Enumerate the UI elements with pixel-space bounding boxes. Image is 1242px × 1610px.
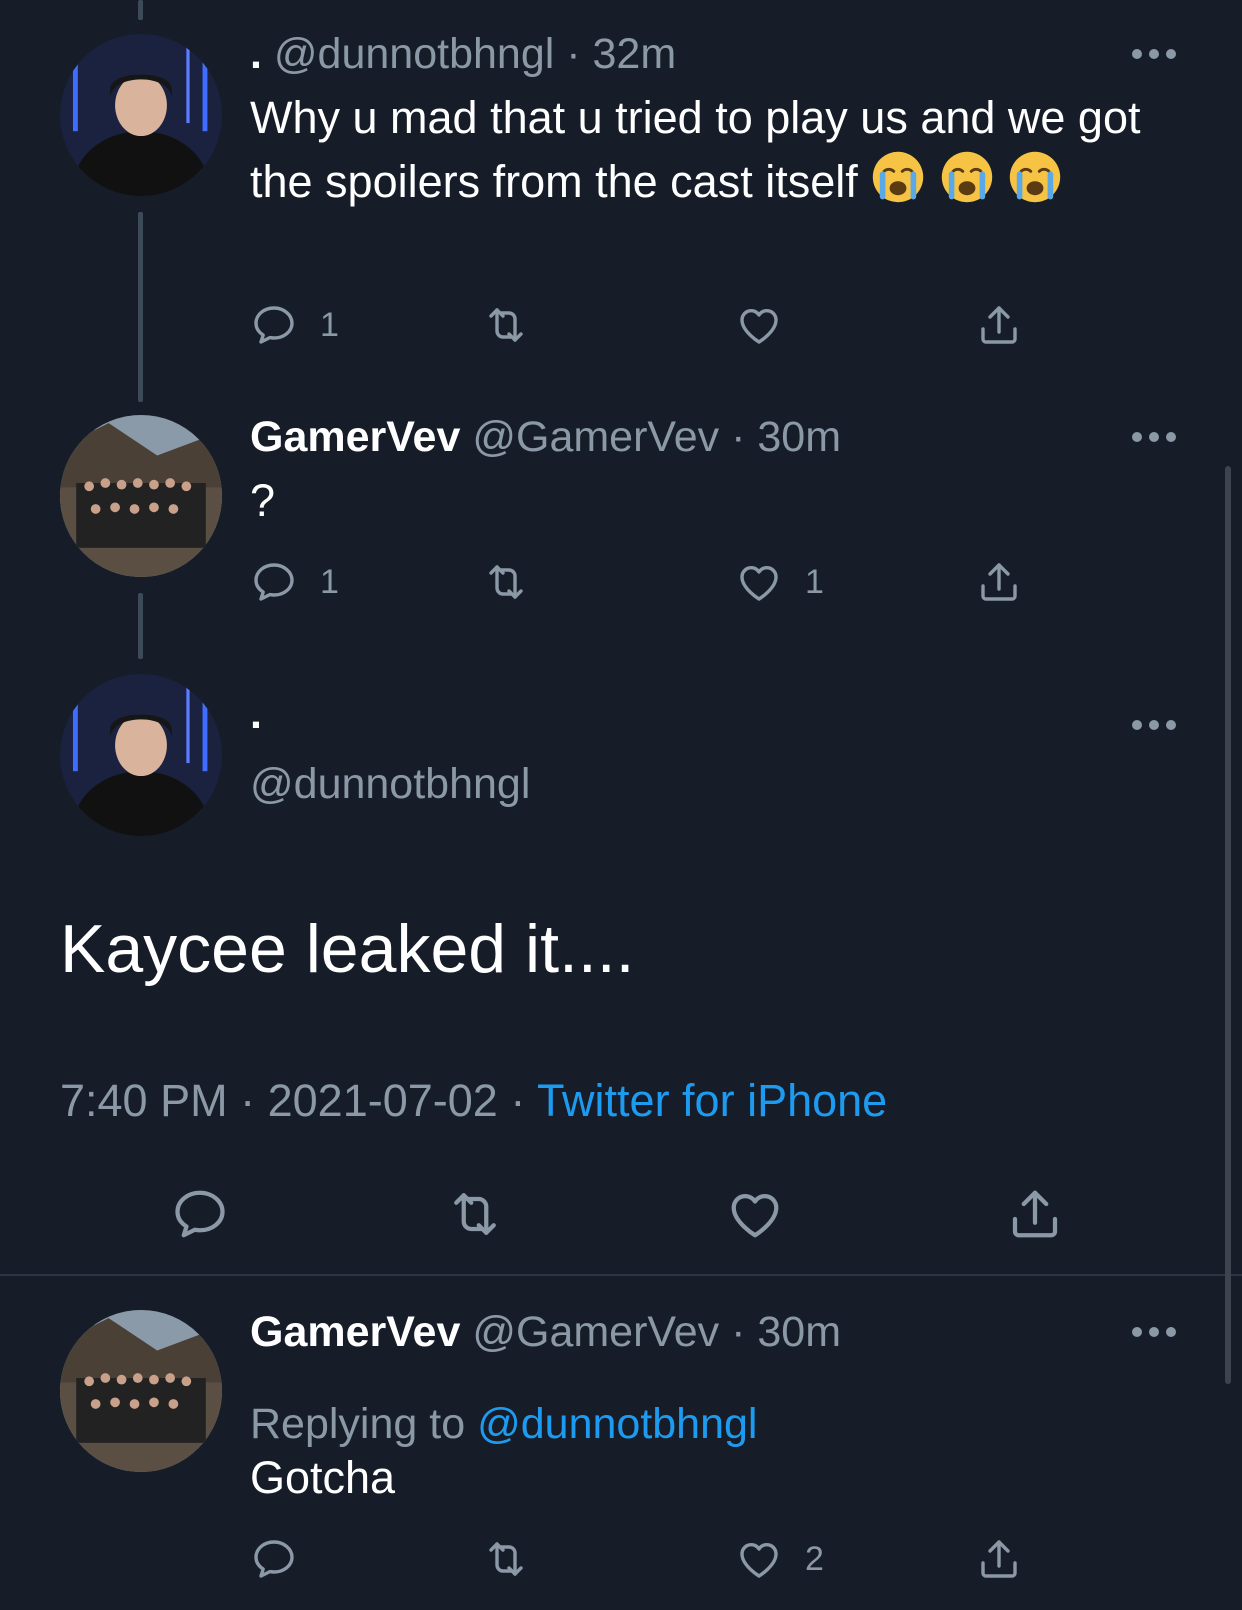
reply-icon <box>250 301 298 349</box>
share-button[interactable] <box>975 1534 1023 1584</box>
share-icon <box>975 1535 1023 1583</box>
tweet-actions: 1 <box>250 300 1050 350</box>
retweet-icon <box>482 1535 530 1583</box>
main-tweet-text: Kaycee leaked it.... <box>60 911 635 987</box>
separator: · <box>510 1075 526 1126</box>
display-name[interactable]: . <box>250 30 262 78</box>
thread-line <box>138 593 143 659</box>
share-button[interactable] <box>1005 1182 1065 1246</box>
display-name[interactable]: GamerVev <box>250 413 460 461</box>
replying-label: Replying to <box>250 1400 466 1448</box>
timestamp[interactable]: · 30m <box>731 413 841 461</box>
like-button[interactable]: 2 <box>735 1534 824 1584</box>
scrollbar[interactable] <box>1225 466 1231 1384</box>
like-count: 2 <box>805 1539 824 1578</box>
like-button[interactable]: 1 <box>735 557 824 607</box>
avatar[interactable] <box>60 1310 222 1472</box>
crying-emoji-icon <box>1007 149 1063 221</box>
tweet-meta: 7:40 PM · 2021-07-02 · Twitter for iPhon… <box>60 1075 887 1127</box>
tweet-time: 7:40 PM <box>60 1075 228 1126</box>
tweet-actions: 2 <box>250 1534 1050 1584</box>
share-button[interactable] <box>975 557 1023 607</box>
avatar[interactable] <box>60 415 222 577</box>
reply-button[interactable]: 1 <box>250 300 339 350</box>
tweet-text: Gotcha <box>250 1452 396 1503</box>
thread-line <box>138 0 143 20</box>
like-count: 1 <box>805 562 824 601</box>
divider <box>0 1274 1242 1276</box>
tweet-text: ? <box>250 475 276 526</box>
retweet-icon <box>482 558 530 606</box>
handle[interactable]: @GamerVev <box>472 1308 719 1356</box>
avatar[interactable] <box>60 674 222 836</box>
more-icon[interactable] <box>1132 432 1176 444</box>
heart-icon <box>735 558 783 606</box>
retweet-icon <box>482 301 530 349</box>
reply-icon <box>250 1535 298 1583</box>
more-icon[interactable] <box>1132 1327 1176 1339</box>
retweet-button[interactable] <box>445 1182 505 1246</box>
main-display-name[interactable]: . <box>250 690 262 739</box>
tweet-text: Why u mad that u tried to play us and we… <box>250 87 1170 221</box>
retweet-button[interactable] <box>482 557 530 607</box>
reply-icon <box>250 558 298 606</box>
handle[interactable]: @GamerVev <box>472 413 719 461</box>
retweet-button[interactable] <box>482 300 530 350</box>
reply-count: 1 <box>320 562 339 601</box>
reply-button[interactable] <box>250 1534 298 1584</box>
reply-button[interactable]: 1 <box>250 557 339 607</box>
tweet-header: . @dunnotbhngl · 32m <box>250 30 676 79</box>
display-name[interactable]: GamerVev <box>250 1308 460 1356</box>
crying-emoji-icon <box>939 149 995 221</box>
crying-emoji-icon <box>870 149 926 221</box>
like-button[interactable] <box>725 1182 785 1246</box>
reply-button[interactable] <box>170 1182 230 1246</box>
more-icon[interactable] <box>1132 720 1176 732</box>
mention-link[interactable]: @dunnotbhngl <box>477 1400 757 1448</box>
share-button[interactable] <box>975 300 1023 350</box>
tweet-date: 2021-07-02 <box>267 1075 498 1126</box>
like-button[interactable] <box>735 300 783 350</box>
tweet-actions: 1 1 <box>250 557 1050 607</box>
main-handle[interactable]: @dunnotbhngl <box>250 760 530 809</box>
share-icon <box>975 301 1023 349</box>
thread-line <box>138 212 143 402</box>
timestamp[interactable]: · 32m <box>566 30 676 78</box>
replying-to: Replying to @dunnotbhngl <box>250 1400 757 1449</box>
handle[interactable]: @dunnotbhngl <box>274 30 554 78</box>
separator: · <box>240 1075 256 1126</box>
tweet-source-link[interactable]: Twitter for iPhone <box>537 1075 887 1126</box>
reply-icon <box>170 1184 230 1244</box>
share-icon <box>975 558 1023 606</box>
heart-icon <box>735 301 783 349</box>
heart-icon <box>735 1535 783 1583</box>
heart-icon <box>725 1184 785 1244</box>
retweet-icon <box>445 1184 505 1244</box>
tweet-header: GamerVev @GamerVev · 30m <box>250 413 841 462</box>
reply-count: 1 <box>320 305 339 344</box>
share-icon <box>1005 1184 1065 1244</box>
tweet-header: GamerVev @GamerVev · 30m <box>250 1308 841 1357</box>
avatar[interactable] <box>60 34 222 196</box>
retweet-button[interactable] <box>482 1534 530 1584</box>
more-icon[interactable] <box>1132 49 1176 61</box>
timestamp[interactable]: · 30m <box>731 1308 841 1356</box>
main-tweet-actions <box>170 1182 1090 1246</box>
